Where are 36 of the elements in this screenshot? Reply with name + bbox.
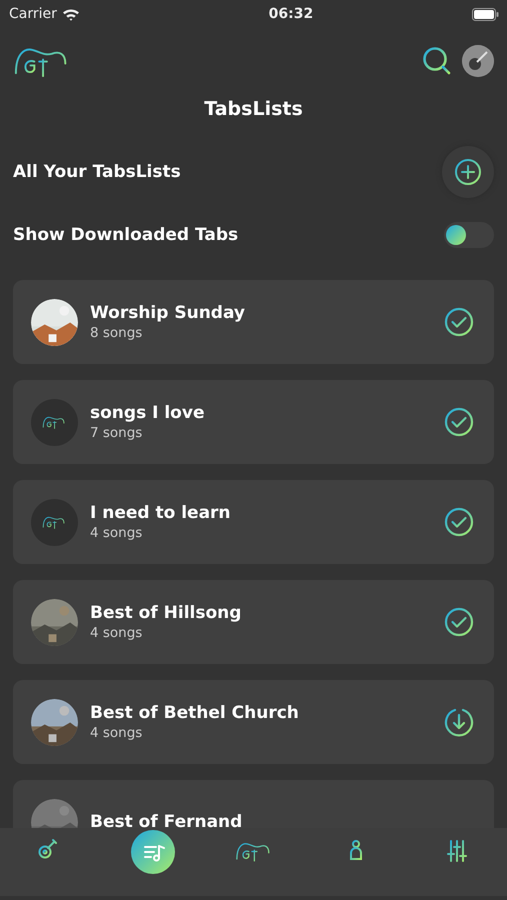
profile-avatar[interactable] [462, 45, 494, 77]
playlist-card[interactable]: songs I love 7 songs [13, 380, 494, 464]
plus-icon [454, 158, 482, 186]
song-count: 4 songs [90, 725, 144, 741]
page-title: TabsLists [203, 98, 304, 122]
playlist-name: songs I love [90, 403, 206, 423]
section-title: All Your TabsLists [13, 162, 181, 182]
playlist-card[interactable]: Best of Bethel Church 4 songs [13, 680, 494, 764]
check-icon[interactable] [444, 307, 474, 337]
check-icon[interactable] [444, 607, 474, 637]
playlist-tab[interactable] [130, 830, 175, 874]
carrier-label: Carrier [9, 6, 57, 22]
playlist-card[interactable]: Best of Hillsong 4 songs [13, 580, 494, 664]
song-count: 4 songs [90, 625, 144, 641]
playlist-card[interactable]: I need to learn 4 songs [13, 480, 494, 564]
playlist-cover [31, 398, 78, 446]
playlist-card[interactable]: Worship Sunday 8 songs [13, 280, 494, 364]
song-count: 8 songs [90, 325, 144, 341]
playlist-card[interactable]: Best of Fernand [13, 780, 494, 828]
toggle-label: Show Downloaded Tabs [13, 225, 238, 245]
song-count: 7 songs [90, 425, 144, 441]
wifi-icon [62, 8, 80, 20]
playlist-name: Best of Hillsong [90, 603, 242, 623]
playlist-name: Best of Fernand [90, 812, 244, 828]
song-count: 4 songs [90, 525, 144, 541]
check-icon[interactable] [444, 507, 474, 537]
playlist-name: Worship Sunday [90, 303, 246, 323]
battery-icon [472, 8, 499, 20]
search-icon[interactable] [422, 46, 452, 76]
playlist-name: I need to learn [90, 503, 232, 523]
check-icon[interactable] [444, 407, 474, 437]
toggle-switch[interactable] [444, 222, 494, 248]
clock: 06:32 [268, 6, 314, 22]
playlist-cover [31, 498, 78, 546]
download-icon[interactable] [444, 707, 474, 737]
playlist-name: Best of Bethel Church [90, 703, 300, 723]
